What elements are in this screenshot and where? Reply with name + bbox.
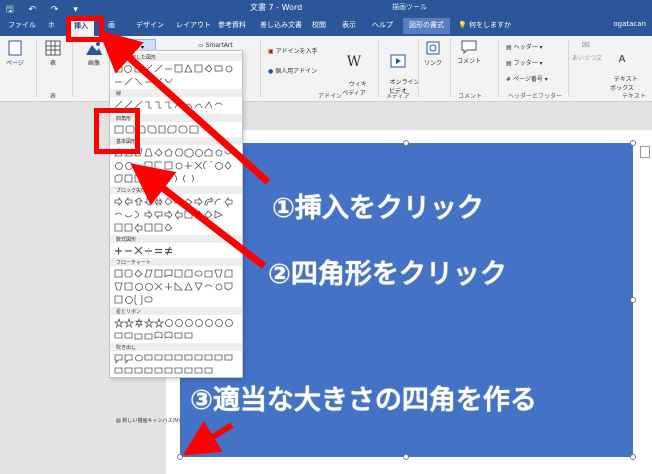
annotation-step-2: ②四角形をクリック [268,259,507,290]
annotation-step-1: ①挿入をクリック [272,193,484,224]
arrow-to-insert-tab [98,29,271,185]
arrow-to-rectangle [130,163,267,269]
arrow-to-shape-corner [182,421,234,456]
annotation-step-3: ③適当な大きさの四角を作る [190,385,537,416]
